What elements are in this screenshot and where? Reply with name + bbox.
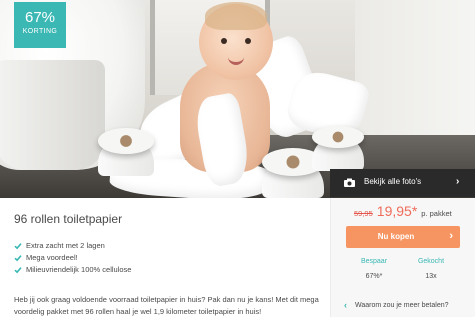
savings-label: Bespaar	[360, 258, 388, 265]
discount-percent: 67%	[24, 9, 56, 26]
why-pay-more-link[interactable]: ‹ Waarom zou je meer betalen?	[344, 300, 449, 310]
why-pay-more-label: Waarom zou je meer betalen?	[355, 301, 449, 309]
toilet-roll	[312, 126, 364, 148]
feature-list: Extra zacht met 2 lagen Mega voordeel! M…	[14, 240, 131, 276]
wall	[355, 0, 475, 140]
bought-label: Gekocht	[417, 258, 445, 265]
discount-label: KORTING	[22, 28, 58, 35]
chevron-left-icon: ‹	[344, 300, 347, 310]
price-unit: p. pakket	[421, 209, 452, 218]
product-title: 96 rollen toiletpapier	[14, 212, 123, 226]
old-price: 59,95	[354, 209, 373, 218]
feature-text: Milieuvriendelijk 100% cellulose	[26, 265, 132, 274]
camera-icon	[344, 178, 355, 187]
check-icon	[14, 255, 22, 262]
feature-item: Extra zacht met 2 lagen	[14, 240, 131, 252]
bought-value: 13x	[425, 273, 437, 280]
chevron-right-icon: ›	[449, 230, 453, 242]
check-icon	[14, 243, 22, 250]
savings-value: 67%*	[365, 273, 383, 280]
discount-badge: 67% KORTING	[14, 2, 66, 48]
buy-now-button[interactable]: Nu kopen ›	[346, 226, 460, 248]
baby-hair	[205, 2, 267, 30]
toilet-roll	[98, 128, 154, 154]
baby-eye	[245, 38, 251, 44]
toilet-base	[0, 60, 105, 170]
feature-item: Milieuvriendelijk 100% cellulose	[14, 264, 131, 276]
new-price: 19,95*	[376, 203, 418, 219]
view-all-photos-label: Bekijk alle foto's	[364, 177, 422, 186]
feature-text: Extra zacht met 2 lagen	[26, 241, 105, 250]
baby-eye	[221, 38, 227, 44]
buy-now-label: Nu kopen	[377, 232, 415, 241]
product-description: Heb jij ook graag voldoende voorraad toi…	[14, 295, 319, 316]
feature-item: Mega voordeel!	[14, 252, 131, 264]
view-all-photos-button[interactable]: Bekijk alle foto's ›	[330, 169, 475, 197]
price-row: 59,95 19,95* p. pakket	[354, 203, 452, 219]
feature-text: Mega voordeel!	[26, 253, 78, 262]
chevron-right-icon: ›	[456, 176, 460, 187]
check-icon	[14, 267, 22, 274]
